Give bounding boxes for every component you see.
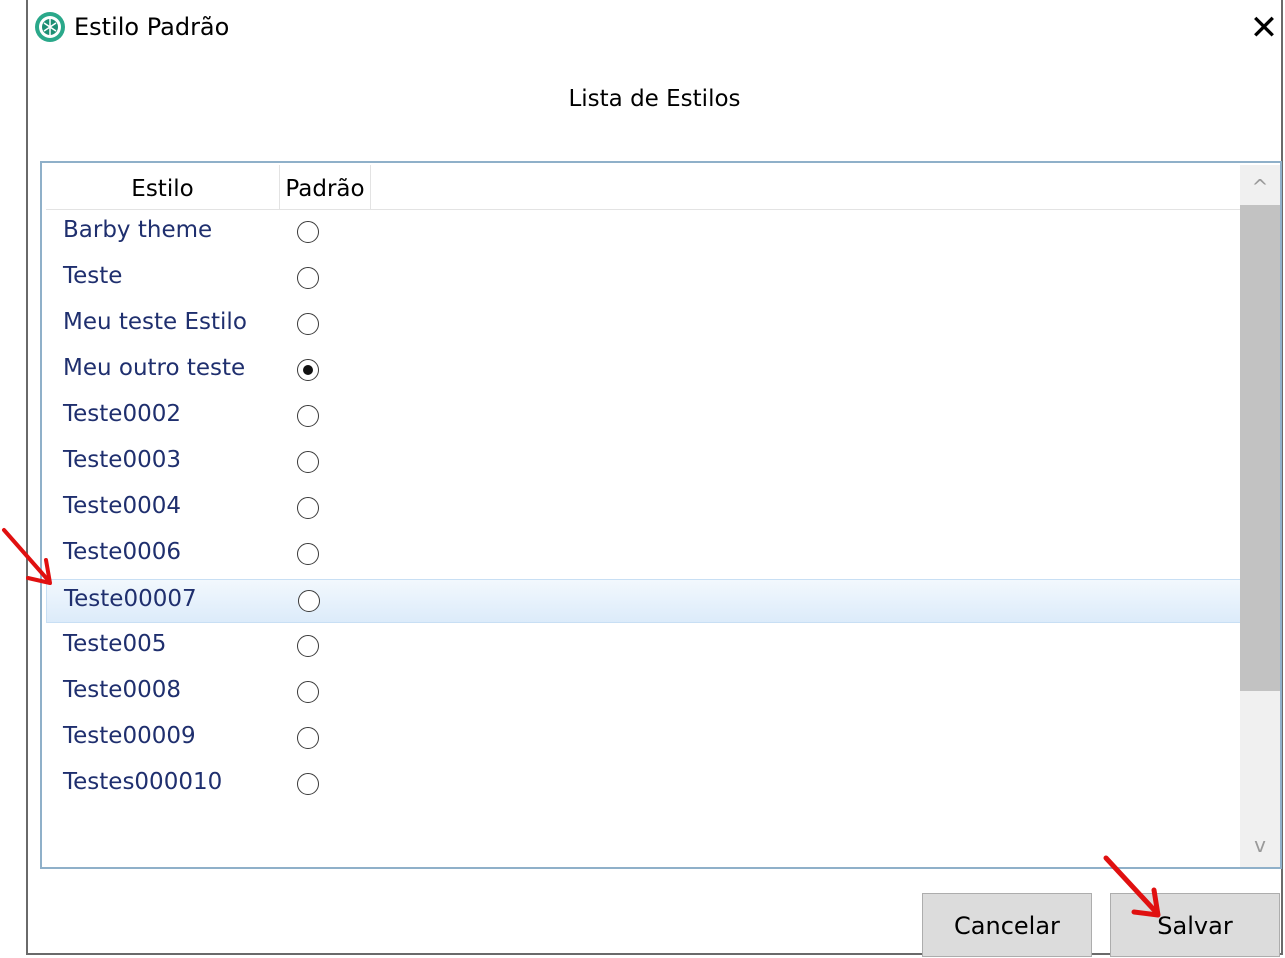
default-radio[interactable] [297,681,319,703]
column-header-estilo[interactable]: Estilo [46,165,280,209]
style-name: Teste005 [63,631,167,657]
style-name: Barby theme [63,217,213,243]
styles-listview[interactable]: Estilo Padrão Barby theme Teste Meu test… [40,161,1282,869]
default-radio[interactable] [297,267,319,289]
list-item[interactable]: Teste [46,257,1242,301]
close-icon[interactable]: ✕ [1246,8,1282,48]
save-button[interactable]: Salvar [1110,893,1280,957]
default-radio[interactable] [297,221,319,243]
list-item[interactable]: Barby theme [46,211,1242,255]
list-item[interactable]: Teste0003 [46,441,1242,485]
style-name: Meu teste Estilo [63,309,247,335]
style-name: Teste00007 [64,586,197,612]
list-item-hovered[interactable]: Teste00007 [46,579,1242,623]
style-name: Teste [63,263,123,289]
list-item[interactable]: Teste00009 [46,717,1242,761]
title-bar[interactable]: Estilo Padrão ✕ [28,0,1281,60]
style-name: Teste00009 [63,723,196,749]
style-name: Teste0008 [63,677,181,703]
scroll-up-icon[interactable]: ^ [1240,165,1280,205]
default-radio[interactable] [297,405,319,427]
style-name: Teste0003 [63,447,181,473]
scroll-thumb[interactable] [1240,205,1280,691]
default-radio[interactable] [297,543,319,565]
default-radio[interactable] [297,313,319,335]
list-item[interactable]: Teste0004 [46,487,1242,531]
list-heading: Lista de Estilos [568,86,741,112]
style-name: Meu outro teste [63,355,246,381]
list-item[interactable]: Teste005 [46,625,1242,669]
list-header: Estilo Padrão [46,165,1242,210]
window-title: Estilo Padrão [74,13,230,41]
default-radio[interactable] [297,773,319,795]
style-name: Teste0002 [63,401,181,427]
default-radio[interactable] [297,451,319,473]
scroll-down-icon[interactable]: v [1240,827,1280,867]
style-name: Testes000010 [63,769,223,795]
default-radio-selected[interactable] [297,359,319,381]
default-radio[interactable] [297,635,319,657]
list-item[interactable]: Meu outro teste [46,349,1242,393]
list-item[interactable]: Meu teste Estilo [46,303,1242,347]
app-logo-icon [35,12,65,42]
style-name: Teste0004 [63,493,181,519]
default-radio[interactable] [297,727,319,749]
column-header-padrao[interactable]: Padrão [280,165,371,209]
default-radio[interactable] [298,590,320,612]
dialog-window: Estilo Padrão ✕ Lista de Estilos Estilo … [26,0,1283,957]
list-item[interactable]: Teste0002 [46,395,1242,439]
list-item[interactable]: Teste0008 [46,671,1242,715]
list-item[interactable]: Testes000010 [46,763,1242,807]
default-radio[interactable] [297,497,319,519]
style-name: Teste0006 [63,539,181,565]
vertical-scrollbar[interactable]: ^ v [1240,165,1280,867]
cancel-button[interactable]: Cancelar [922,893,1092,957]
list-item[interactable]: Teste0006 [46,533,1242,577]
